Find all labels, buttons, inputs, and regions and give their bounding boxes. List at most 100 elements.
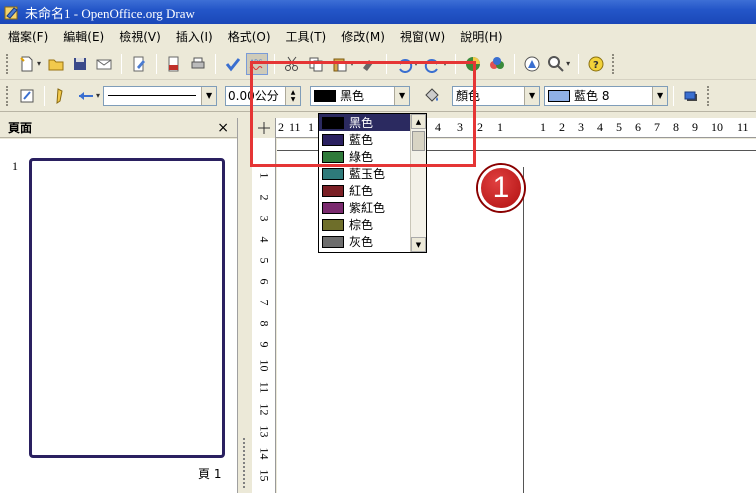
color-option-label: 藍玉色	[349, 167, 386, 181]
print-icon[interactable]	[188, 54, 208, 74]
ruler-tick: 15	[257, 469, 272, 482]
ruler-tick: 4	[597, 120, 603, 134]
ruler-tick: 14	[257, 447, 272, 460]
ruler-tick: 2	[477, 120, 483, 134]
pages-pane-title: 頁面	[8, 121, 33, 135]
ruler-tick: 10	[257, 359, 272, 372]
ruler-tick: 5	[257, 257, 272, 264]
ruler-tick: 4	[257, 236, 272, 243]
spellcheck-icon[interactable]	[223, 54, 243, 74]
ruler-tick: 2	[559, 120, 565, 134]
toolbar-end-grip[interactable]	[707, 85, 710, 106]
color-swatch	[322, 184, 344, 197]
color-option-label: 灰色	[349, 235, 374, 249]
edit-file-icon[interactable]	[129, 54, 149, 74]
toolbar-separator	[121, 53, 123, 74]
menu-bar: 檔案(F) 編輯(E) 檢視(V) 插入(I) 格式(O) 工具(T) 修改(M…	[0, 24, 756, 48]
toolbar-separator	[156, 53, 158, 74]
menu-format[interactable]: 格式(O)	[228, 28, 271, 45]
menu-modify[interactable]: 修改(M)	[341, 28, 385, 45]
splitter-handle[interactable]	[243, 438, 245, 488]
arrow-style-dropdown-icon[interactable]: ▾	[96, 91, 100, 100]
open-folder-icon[interactable]	[46, 54, 66, 74]
area-color-value: 藍色 8	[574, 89, 610, 103]
draw-app-icon	[4, 6, 18, 20]
pages-pane-header: 頁面 ×	[0, 118, 237, 138]
menu-view[interactable]: 檢視(V)	[119, 28, 161, 45]
color-option-label: 紅色	[349, 184, 374, 198]
color-swatch	[322, 235, 344, 248]
menu-tools[interactable]: 工具(T)	[286, 28, 327, 45]
page-thumbnail-number: 1	[12, 159, 18, 173]
ruler-tick: 11	[737, 120, 749, 134]
shadow-icon[interactable]	[681, 86, 701, 106]
ruler-tick: 8	[673, 120, 679, 134]
chevron-down-icon[interactable]: ▼	[524, 86, 540, 105]
styles-formatting-icon[interactable]	[17, 86, 37, 106]
page-thumbnail[interactable]	[29, 158, 225, 458]
gallery-icon[interactable]	[487, 54, 507, 74]
ruler-tick: 12	[257, 403, 272, 416]
area-color-combo[interactable]: 藍色 8 ▼	[544, 85, 669, 106]
pages-pane: 頁面 × 1 頁 1	[0, 118, 238, 493]
new-dropdown-icon[interactable]: ▾	[37, 59, 41, 68]
toolbar-separator	[514, 53, 516, 74]
pages-pane-body: 1 頁 1	[0, 139, 237, 493]
step-badge: 1	[478, 165, 524, 211]
color-swatch	[322, 167, 344, 180]
ruler-tick: 5	[616, 120, 622, 134]
toolbar-grip[interactable]	[6, 85, 9, 106]
color-option-label: 紫紅色	[349, 201, 386, 215]
toolbar-separator	[673, 85, 675, 106]
export-pdf-icon[interactable]	[164, 54, 184, 74]
email-icon[interactable]	[94, 54, 114, 74]
close-icon[interactable]: ×	[217, 120, 229, 136]
toolbar-end-grip[interactable]	[612, 53, 615, 74]
help-icon[interactable]: ?	[586, 54, 606, 74]
ruler-tick: 7	[257, 299, 272, 306]
menu-edit[interactable]: 編輯(E)	[63, 28, 104, 45]
ruler-tick: 8	[257, 320, 272, 327]
ruler-tick: 7	[654, 120, 660, 134]
save-icon[interactable]	[70, 54, 90, 74]
ruler-tick: 2	[257, 194, 272, 201]
toolbar-separator	[578, 53, 580, 74]
zoom-dropdown-icon[interactable]: ▾	[566, 59, 570, 68]
ruler-tick: 10	[711, 120, 723, 134]
ruler-tick: 1	[497, 120, 503, 134]
line-icon[interactable]	[52, 86, 72, 106]
page-margin-line	[523, 167, 524, 493]
menu-help[interactable]: 說明(H)	[460, 28, 502, 45]
ruler-tick: 9	[257, 341, 272, 348]
chevron-down-icon[interactable]: ▼	[652, 86, 668, 105]
ruler-tick: 1	[257, 172, 272, 179]
highlight-box	[250, 61, 476, 167]
ruler-tick: 6	[257, 278, 272, 285]
svg-text:?: ?	[593, 60, 599, 71]
ruler-tick: 3	[578, 120, 584, 134]
chevron-down-icon[interactable]: ▼	[201, 86, 217, 105]
ruler-tick: 3	[257, 215, 272, 222]
ruler-tick: 6	[635, 120, 641, 134]
color-swatch	[322, 218, 344, 231]
color-swatch	[322, 201, 344, 214]
scroll-down-icon[interactable]: ▼	[411, 237, 426, 252]
ruler-tick: 9	[692, 120, 698, 134]
line-style-combo[interactable]: ▼	[103, 85, 218, 106]
area-color-swatch	[548, 89, 571, 102]
vertical-ruler[interactable]: 1 2 3 4 5 6 7 8 9 10 11 12 13 14 15	[252, 138, 276, 493]
toolbar-grip[interactable]	[6, 53, 9, 74]
pane-splitter[interactable]	[238, 118, 252, 493]
menu-window[interactable]: 視窗(W)	[400, 28, 445, 45]
toolbar-separator	[44, 85, 45, 106]
toolbar-separator	[215, 53, 217, 74]
zoom-icon[interactable]	[546, 54, 566, 74]
menu-file[interactable]: 檔案(F)	[8, 28, 48, 45]
color-option-label: 棕色	[349, 218, 374, 232]
new-document-icon[interactable]	[17, 54, 37, 74]
page-thumbnail-label: 頁 1	[198, 467, 222, 481]
menu-insert[interactable]: 插入(I)	[176, 28, 213, 45]
title-bar: 未命名1 - OpenOffice.org Draw	[0, 0, 756, 24]
arrow-style-icon[interactable]	[76, 86, 96, 106]
navigator-icon[interactable]	[522, 54, 542, 74]
